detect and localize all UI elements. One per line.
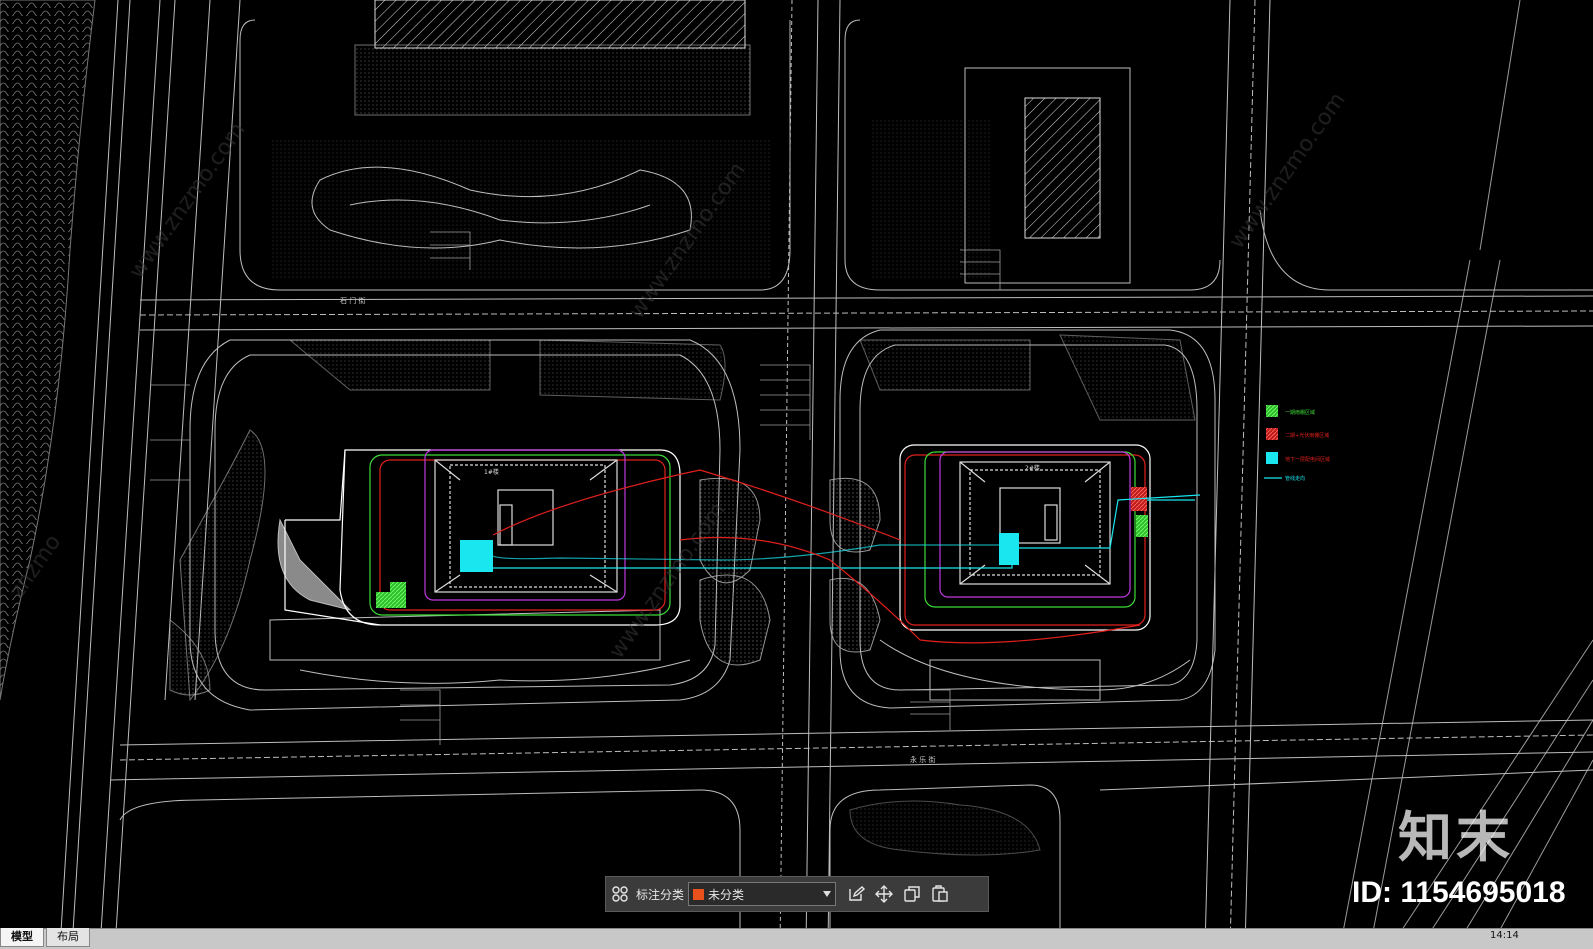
legend-item-4: 管线走向 — [1285, 475, 1305, 482]
category-dropdown[interactable]: 未分类 — [688, 882, 837, 906]
building-1-cyan-room — [460, 540, 493, 572]
clock-time: 14:14 — [1490, 930, 1519, 941]
category-value: 未分类 — [708, 887, 745, 902]
cad-drawing-canvas[interactable]: 1#楼 2#楼 一期雨棚区域 二期+光伏雨棚区域 地下一层配电间区域 管线走向 … — [0, 0, 1593, 948]
move-icon[interactable] — [870, 880, 898, 908]
right-hatched-building — [1024, 97, 1101, 239]
building-2-green-area — [1136, 515, 1148, 537]
legend-swatch-red — [1266, 428, 1278, 440]
tab-layout[interactable]: 布局 — [46, 928, 90, 947]
road-label-north: 石 门 街 — [340, 296, 365, 305]
annotation-toolbar: 标注分类 未分类 — [605, 876, 989, 912]
legend-item-1: 一期雨棚区域 — [1285, 409, 1315, 416]
building-1-green-area-2 — [390, 582, 406, 608]
road-label-south: 永 乐 街 — [910, 755, 935, 764]
legend-swatch-green — [1266, 405, 1278, 417]
building-2-cyan-room — [999, 533, 1019, 565]
grid-icon[interactable] — [606, 880, 634, 908]
status-bar — [0, 928, 1593, 949]
building-1-label: 1#楼 — [484, 468, 499, 476]
top-hatched-building — [374, 0, 746, 49]
znzmo-logo: 知末 — [1398, 806, 1514, 869]
legend-item-2: 二期+光伏雨棚区域 — [1285, 432, 1329, 439]
building-1-green-area — [376, 592, 392, 608]
tab-model[interactable]: 模型 — [0, 928, 44, 947]
category-color-swatch — [693, 888, 705, 900]
edit-icon[interactable] — [842, 880, 870, 908]
layout-tabs: 模型 布局 — [0, 928, 92, 948]
copy-icon[interactable] — [898, 880, 926, 908]
annotation-category-label: 标注分类 — [636, 887, 685, 902]
building-2-label: 2#楼 — [1025, 464, 1040, 472]
chevron-down-icon — [823, 891, 832, 897]
paste-icon[interactable] — [926, 880, 954, 908]
legend-item-3: 地下一层配电间区域 — [1285, 456, 1330, 463]
legend-swatch-cyan — [1266, 452, 1278, 464]
watermark-id: ID: 1154695018 — [1352, 876, 1566, 909]
